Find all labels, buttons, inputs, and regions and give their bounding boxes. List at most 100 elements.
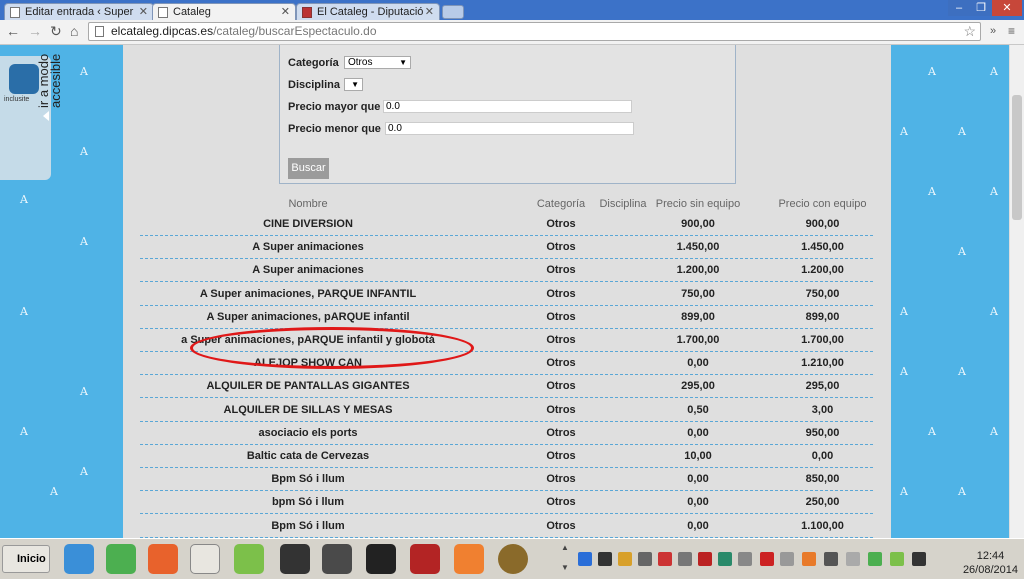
cell-precio-con: 1.700,00 — [801, 334, 844, 346]
maximize-button[interactable]: ❐ — [970, 0, 992, 16]
new-tab-button[interactable] — [442, 5, 464, 19]
tray-app-icon[interactable] — [598, 552, 612, 566]
tray-app-icon[interactable] — [678, 552, 692, 566]
cell-nombre[interactable]: CINE DIVERSION — [140, 218, 476, 230]
cell-nombre[interactable]: ALQUILER DE SILLAS Y MESAS — [140, 404, 476, 416]
chrome-icon[interactable] — [190, 544, 220, 574]
table-row: A Super animaciones, PARQUE INFANTIL Otro… — [140, 282, 873, 306]
table-row: asociacio els ports Otros 0,00 950,00 — [140, 421, 873, 445]
cell-categoria: Otros — [546, 473, 576, 486]
accessible-mode-button[interactable]: inclusite ir a modo accesible — [0, 54, 63, 180]
address-bar[interactable]: elcataleg.dipcas.es/cataleg/buscarEspect… — [88, 22, 981, 41]
cell-precio-con: 750,00 — [805, 287, 840, 300]
system-clock[interactable]: 12:44 26/08/2014 — [963, 549, 1018, 577]
arrow-left-icon — [43, 111, 49, 121]
cell-precio-sin: 0,00 — [687, 519, 709, 532]
cell-precio-sin: 0,00 — [687, 357, 709, 370]
table-row: A Super animaciones Otros 1.200,00 1.200,00 — [140, 258, 873, 283]
cell-nombre[interactable]: A Super animaciones, PARQUE INFANTIL — [140, 288, 476, 300]
tab-el-cataleg[interactable]: El Cataleg - Diputació ✕ — [296, 3, 440, 20]
background-pattern-glyph: A — [928, 185, 936, 198]
categoria-select[interactable]: Otros ▼ — [344, 56, 411, 69]
start-label: Inicio — [17, 553, 46, 565]
forward-icon[interactable]: → — [28, 23, 42, 39]
page-icon — [95, 26, 104, 37]
tray-app-icon[interactable] — [618, 552, 632, 566]
tray-app-icon[interactable] — [658, 552, 672, 566]
precio-mayor-label: Precio mayor que — [288, 101, 381, 113]
tray-app-icon[interactable] — [698, 552, 712, 566]
tab-cataleg[interactable]: Cataleg ✕ — [152, 3, 296, 20]
background-pattern-glyph: A — [900, 365, 908, 378]
page-scrollbar[interactable] — [1009, 45, 1024, 538]
precio-menor-input[interactable]: 0.0 — [385, 122, 634, 135]
inclusite-logo-icon — [9, 64, 39, 94]
cell-nombre[interactable]: Bpm Só i llum — [140, 473, 476, 485]
tray-app-icon[interactable] — [802, 552, 816, 566]
internet-explorer-icon[interactable] — [64, 544, 94, 574]
camera-app-icon[interactable] — [454, 544, 484, 574]
fox-app-icon[interactable] — [410, 544, 440, 574]
cell-precio-sin: 1.450,00 — [676, 241, 720, 254]
cell-nombre[interactable]: bpm Só i llum — [140, 496, 476, 508]
tray-app-icon[interactable] — [578, 552, 592, 566]
background-pattern-glyph: A — [80, 145, 88, 158]
cell-precio-con: 295,00 — [805, 380, 840, 393]
cell-categoria: Otros — [546, 241, 576, 254]
minimize-button[interactable]: – — [948, 0, 970, 16]
close-icon[interactable]: ✕ — [425, 5, 434, 18]
address-path: /cataleg/buscarEspectaculo.do — [213, 24, 377, 38]
disciplina-select[interactable]: ▼ — [344, 78, 363, 91]
cell-nombre[interactable]: ALQUILER DE PANTALLAS GIGANTES — [140, 380, 476, 392]
table-row: Baltic cata de Cervezas Otros 10,00 0,00 — [140, 444, 873, 468]
start-button[interactable]: Inicio — [2, 545, 50, 573]
back-icon[interactable]: ← — [6, 23, 20, 39]
tray-app-icon[interactable] — [824, 552, 838, 566]
network-icon[interactable] — [912, 552, 926, 566]
tab-label: Editar entrada ‹ Super — [25, 6, 134, 18]
cell-precio-sin: 0,00 — [687, 473, 709, 486]
scroll-up-icon[interactable]: ▲ — [561, 543, 569, 552]
tray-app-icon[interactable] — [638, 552, 652, 566]
cell-nombre[interactable]: A Super animaciones, pARQUE infantil — [140, 311, 476, 323]
reload-icon[interactable]: ↻ — [50, 23, 62, 40]
tray-app-icon[interactable] — [846, 552, 860, 566]
tray-app-icon[interactable] — [718, 552, 732, 566]
close-window-button[interactable]: ✕ — [992, 0, 1022, 16]
cell-nombre[interactable]: A Super animaciones — [140, 241, 476, 253]
menu-icon[interactable]: ≡ — [1008, 24, 1015, 38]
close-icon[interactable]: ✕ — [281, 5, 290, 18]
cell-categoria: Otros — [546, 380, 576, 393]
cell-categoria: Otros — [546, 287, 576, 300]
header-disciplina: Disciplina — [599, 198, 647, 210]
close-icon[interactable]: ✕ — [139, 5, 148, 18]
stats-app-icon[interactable] — [280, 544, 310, 574]
camtasia-icon[interactable] — [234, 544, 264, 574]
tray-app-icon[interactable] — [760, 552, 774, 566]
tray-app-icon[interactable] — [868, 552, 882, 566]
pizza-app-icon[interactable] — [498, 544, 528, 574]
cell-nombre[interactable]: Bpm Só i llum — [140, 520, 476, 532]
google-drive-icon[interactable] — [106, 544, 136, 574]
cell-categoria: Otros — [546, 334, 576, 346]
scrollbar-thumb[interactable] — [1012, 95, 1022, 220]
categoria-select-value: Otros — [348, 57, 373, 68]
bookmark-star-icon[interactable]: ☆ — [963, 23, 976, 40]
media-app-icon[interactable] — [322, 544, 352, 574]
firefox-icon[interactable] — [148, 544, 178, 574]
volume-icon[interactable] — [780, 552, 794, 566]
tray-app-icon[interactable] — [738, 552, 752, 566]
scroll-down-icon[interactable]: ▼ — [561, 563, 569, 572]
tray-app-icon[interactable] — [890, 552, 904, 566]
photo-app-icon[interactable] — [366, 544, 396, 574]
dropdown-arrow-icon: ▼ — [399, 58, 407, 67]
tab-editar-entrada[interactable]: Editar entrada ‹ Super ✕ — [4, 3, 154, 20]
precio-mayor-input[interactable]: 0.0 — [383, 100, 632, 113]
cell-nombre[interactable]: Baltic cata de Cervezas — [140, 450, 476, 462]
cell-nombre[interactable]: asociacio els ports — [140, 427, 476, 439]
home-icon[interactable]: ⌂ — [70, 23, 78, 39]
cell-nombre[interactable]: A Super animaciones — [140, 264, 476, 276]
buscar-button[interactable]: Buscar — [288, 158, 329, 179]
extensions-chevron-icon[interactable]: » — [990, 25, 996, 37]
table-row: Bpm Só i llum Otros 0,00 1.100,00 — [140, 514, 873, 538]
